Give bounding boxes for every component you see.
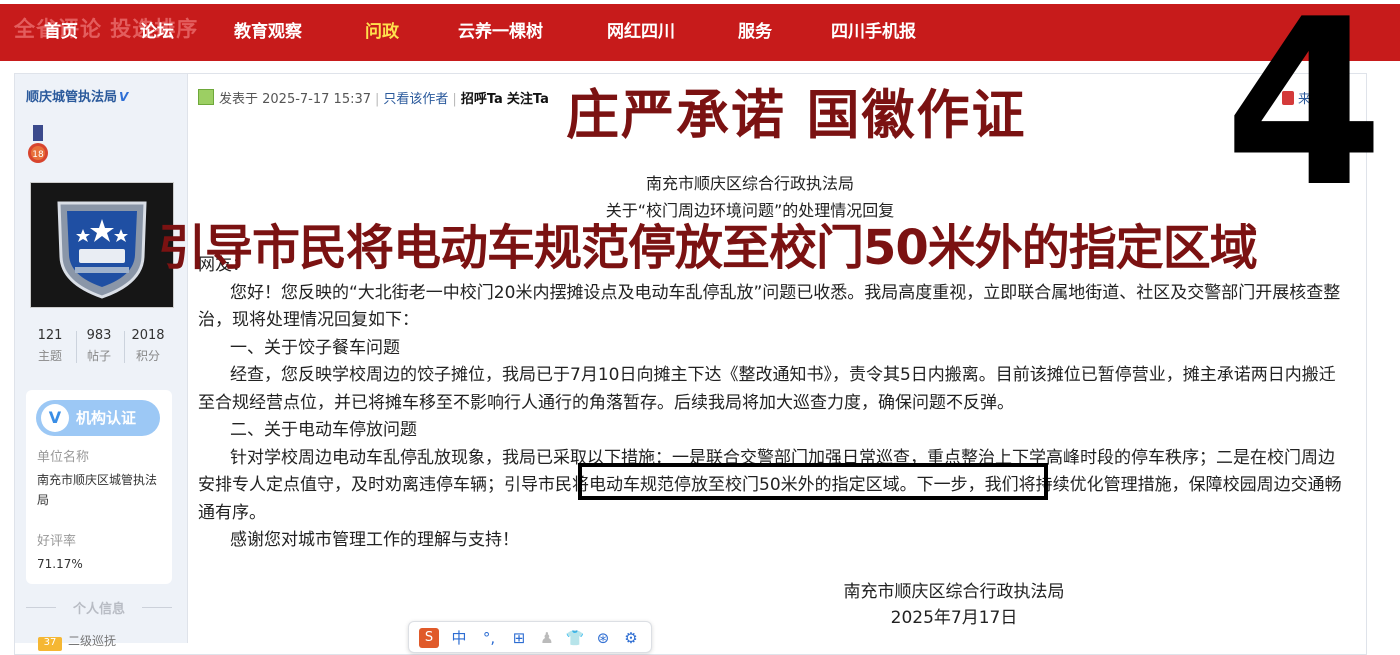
post-time: 发表于 2025-7-17 15:37	[219, 92, 372, 107]
divider	[142, 607, 172, 608]
unit-value: 南充市顺庆区城管执法局	[37, 473, 158, 507]
level-text: 二级巡抚	[68, 634, 117, 648]
stat-posts-label: 帖子	[86, 349, 111, 363]
medal-number: 18	[32, 150, 44, 160]
letter-body: 网友： 您好！您反映的“大北街老一中校门20米内摆摊设点及电动车乱停乱放”问题已…	[198, 252, 1350, 555]
post-icon	[198, 89, 214, 105]
paragraph: 您好！您反映的“大北街老一中校门20米内摆摊设点及电动车乱停乱放”问题已收悉。我…	[198, 282, 1341, 331]
sogou-icon[interactable]: S	[419, 628, 439, 648]
avatar[interactable]	[30, 182, 174, 308]
stat-points-label: 积分	[135, 349, 160, 363]
nav-adopt-tree[interactable]: 云养一棵树	[458, 4, 543, 61]
separator: |	[375, 92, 380, 107]
skin-icon[interactable]: 👕	[565, 628, 585, 648]
paragraph: 感谢您对城市管理工作的理解与支持！	[230, 530, 519, 550]
overlay-title: 庄严承诺 国徽作证	[566, 84, 1027, 146]
author-name[interactable]: 顺庆城管执法局	[26, 90, 117, 105]
author-stats: 121 主题 983 帖子 2018 积分	[26, 328, 172, 368]
overlay-headline: 引导市民将电动车规范停放至校门50米外的指定区域	[158, 220, 1258, 276]
nav-forum[interactable]: 论坛	[140, 4, 174, 61]
verified-icon: V	[119, 90, 129, 104]
rating-value: 71.17%	[37, 557, 83, 571]
keyboard-icon[interactable]: ⊞	[509, 628, 529, 648]
settings-icon[interactable]: ⚙	[621, 628, 641, 648]
rating-label: 好评率	[37, 534, 77, 549]
nav-influencer[interactable]: 网红四川	[607, 4, 675, 61]
separator: |	[452, 92, 457, 107]
stat-points-value: 2018	[131, 328, 165, 343]
user-icon[interactable]: ♟	[537, 628, 557, 648]
level-row: 37 二级巡抚	[38, 632, 116, 651]
ai-icon[interactable]: ⊛	[593, 628, 613, 648]
stat-topics-value: 121	[37, 328, 63, 343]
level-badge: 37	[38, 637, 62, 651]
only-author-link[interactable]: 只看该作者	[383, 92, 448, 107]
post-meta: 发表于 2025-7-17 15:37 | 只看该作者 | 招呼Ta 关注Ta	[198, 88, 549, 107]
greet-link[interactable]: 招呼Ta	[461, 92, 503, 107]
stat-points[interactable]: 2018 积分	[126, 328, 170, 364]
stat-topics-label: 主题	[37, 349, 62, 363]
highlight-box	[578, 463, 1048, 500]
follow-link[interactable]: 关注Ta	[507, 92, 549, 107]
top-nav-bar: 全省评论 投选排序 首页 论坛 教育观察 问政 云养一棵树 网红四川 服务 四川…	[0, 4, 1400, 61]
section-heading: 一、关于饺子餐车问题	[230, 337, 400, 358]
nav-service[interactable]: 服务	[738, 4, 772, 61]
unit-label: 单位名称	[37, 450, 90, 465]
nav-mobile-news[interactable]: 四川手机报	[831, 4, 916, 61]
nav-wenzheng[interactable]: 问政	[365, 4, 399, 61]
signature-date: 2025年7月17日	[890, 608, 1018, 628]
signature-org: 南充市顺庆区综合行政执法局	[843, 582, 1065, 602]
nav-education[interactable]: 教育观察	[234, 4, 302, 61]
verified-badge-icon: V	[41, 404, 69, 432]
editor-toolbar: S 中 °, ⊞ ♟ 👕 ⊛ ⚙	[408, 621, 652, 653]
chinese-mode-icon[interactable]: 中	[449, 628, 469, 648]
stat-posts[interactable]: 983 帖子	[77, 328, 121, 364]
certification-card: V 机构认证 单位名称 南充市顺庆区城管执法局 好评率 71.17%	[26, 390, 172, 584]
cert-label: 机构认证	[76, 409, 137, 427]
medal-icon: 18	[28, 125, 48, 163]
overlay-number: 4	[1224, 0, 1385, 238]
stat-posts-value: 983	[86, 328, 112, 343]
stat-divider	[124, 331, 125, 363]
nav-home[interactable]: 首页	[44, 4, 78, 61]
letter-org: 南充市顺庆区综合行政执法局	[645, 174, 854, 193]
punctuation-icon[interactable]: °,	[479, 628, 499, 648]
cert-pill: V 机构认证	[36, 400, 160, 436]
author-name-link[interactable]: 顺庆城管执法局 V	[26, 86, 128, 105]
paragraph: 经查，您反映学校周边的饺子摊位，我局已于7月10日向摊主下达《整改通知书》，责令…	[198, 365, 1336, 413]
section-heading: 二、关于电动车停放问题	[230, 420, 417, 440]
stat-topics[interactable]: 121 主题	[28, 328, 72, 364]
